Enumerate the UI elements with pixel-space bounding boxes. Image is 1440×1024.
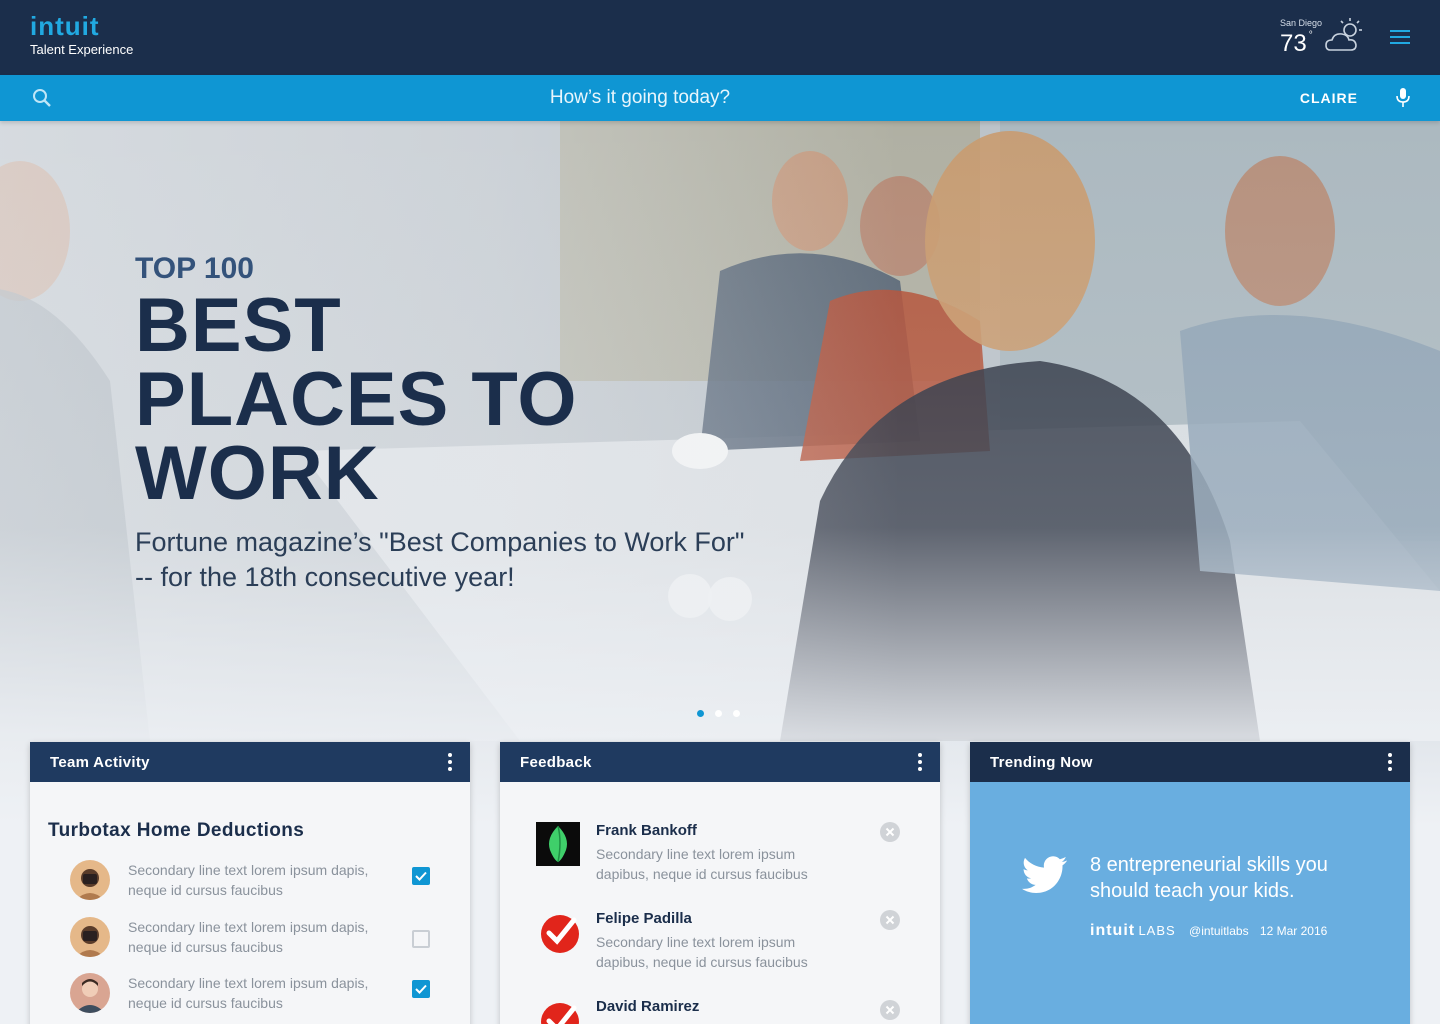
more-options-icon[interactable] (448, 753, 452, 771)
avatar (70, 973, 110, 1013)
tweet-brand: intuit (1090, 922, 1136, 939)
search-bar: CLAIRE (0, 75, 1440, 121)
checkbox-unchecked[interactable] (412, 930, 430, 948)
twitter-bird-icon (1022, 856, 1067, 893)
card-header: Team Activity (30, 742, 470, 782)
card-title: Feedback (520, 754, 592, 771)
hero-subtitle-line: Fortune magazine’s "Best Companies to Wo… (135, 527, 745, 557)
section-title: Turbotax Home Deductions (48, 820, 305, 841)
team-activity-card: Team Activity Turbotax Home Deductions S… (30, 742, 470, 1024)
feedback-name: Felipe Padilla (596, 910, 692, 927)
more-options-icon[interactable] (1388, 753, 1392, 771)
hamburger-menu-icon[interactable] (1390, 30, 1410, 46)
card-header: Trending Now (970, 742, 1410, 782)
search-input[interactable] (80, 83, 1200, 113)
carousel-dots (697, 704, 751, 722)
list-item[interactable]: Secondary line text lorem ipsum dapis, n… (70, 973, 450, 1017)
mint-leaf-icon (536, 822, 580, 866)
microphone-icon[interactable] (1396, 87, 1410, 109)
tweet-brand-labs: LABS (1138, 923, 1176, 938)
hero-title-line: BEST (135, 283, 342, 368)
close-icon[interactable] (880, 910, 900, 930)
logo-subtitle: Talent Experience (30, 42, 134, 57)
carousel-dot[interactable] (697, 710, 704, 717)
more-options-icon[interactable] (918, 753, 922, 771)
list-item-text: Secondary line text lorem ipsum dapis, n… (128, 919, 369, 955)
tweet-text: 8 entrepreneurial skills you should teac… (1090, 854, 1328, 902)
feedback-text: Secondary line text lorem ipsum dapibus,… (596, 846, 808, 882)
card-header: Feedback (500, 742, 940, 782)
hero-title-line: PLACES TO (135, 357, 578, 442)
hero-subtitle-line: -- for the 18th consecutive year! (135, 562, 515, 592)
feedback-card: Feedback Frank Bankoff Secondary line te… (500, 742, 940, 1024)
checkbox-checked[interactable] (412, 867, 430, 885)
intuit-logo[interactable]: intuit Talent Experience (30, 12, 133, 57)
hero-title-line: WORK (135, 431, 380, 516)
partly-cloudy-icon (1325, 18, 1362, 51)
hero-kicker: TOP 100 (135, 252, 254, 285)
trending-now-card: Trending Now 8 entrepreneurial skills yo… (970, 742, 1410, 1024)
hero-title: BEST PLACES TO WORK (135, 283, 855, 516)
card-title: Trending Now (990, 754, 1093, 771)
weather-city: San Diego (1280, 18, 1323, 28)
checkbox-checked[interactable] (412, 980, 430, 998)
list-item-text: Secondary line text lorem ipsum dapis, n… (128, 862, 369, 898)
list-item[interactable]: Secondary line text lorem ipsum dapis, n… (70, 917, 450, 961)
logo-wordmark: intuit (30, 11, 100, 41)
feedback-name: David Ramirez (596, 998, 700, 1015)
weather-temp: 73 ° (1280, 30, 1313, 57)
list-item[interactable]: Secondary line text lorem ipsum dapis, n… (70, 860, 450, 904)
search-icon[interactable] (32, 88, 52, 108)
weather-widget[interactable]: San Diego 73 ° (1280, 14, 1370, 62)
user-name[interactable]: CLAIRE (1300, 90, 1358, 106)
feedback-text: Secondary line text lorem ipsum dapibus,… (596, 934, 808, 970)
tweet-handle[interactable]: @intuitlabs (1189, 924, 1249, 938)
close-icon[interactable] (880, 1000, 900, 1020)
tweet-date: 12 Mar 2016 (1259, 924, 1328, 938)
hero-text: TOP 100 BEST PLACES TO WORK Fortune maga… (135, 253, 855, 595)
feedback-name: Frank Bankoff (596, 822, 697, 839)
avatar (70, 917, 110, 957)
top-bar: intuit Talent Experience San Diego 73 ° (0, 0, 1440, 75)
red-check-icon (541, 1003, 579, 1024)
avatar (70, 860, 110, 900)
carousel-dot[interactable] (733, 710, 740, 717)
list-item[interactable]: Felipe Padilla Secondary line text lorem… (536, 910, 906, 980)
trending-tweet[interactable]: 8 entrepreneurial skills you should teac… (970, 782, 1410, 1024)
hero-subtitle: Fortune magazine’s "Best Companies to Wo… (135, 525, 855, 595)
list-item[interactable]: Frank Bankoff Secondary line text lorem … (536, 822, 906, 892)
carousel-dot[interactable] (715, 710, 722, 717)
red-check-icon (541, 915, 579, 953)
card-title: Team Activity (50, 754, 150, 771)
list-item[interactable]: David Ramirez (536, 998, 906, 1024)
close-icon[interactable] (880, 822, 900, 842)
tweet-meta: intuit LABS @intuitlabs 12 Mar 2016 (1090, 922, 1327, 940)
list-item-text: Secondary line text lorem ipsum dapis, n… (128, 975, 369, 1011)
